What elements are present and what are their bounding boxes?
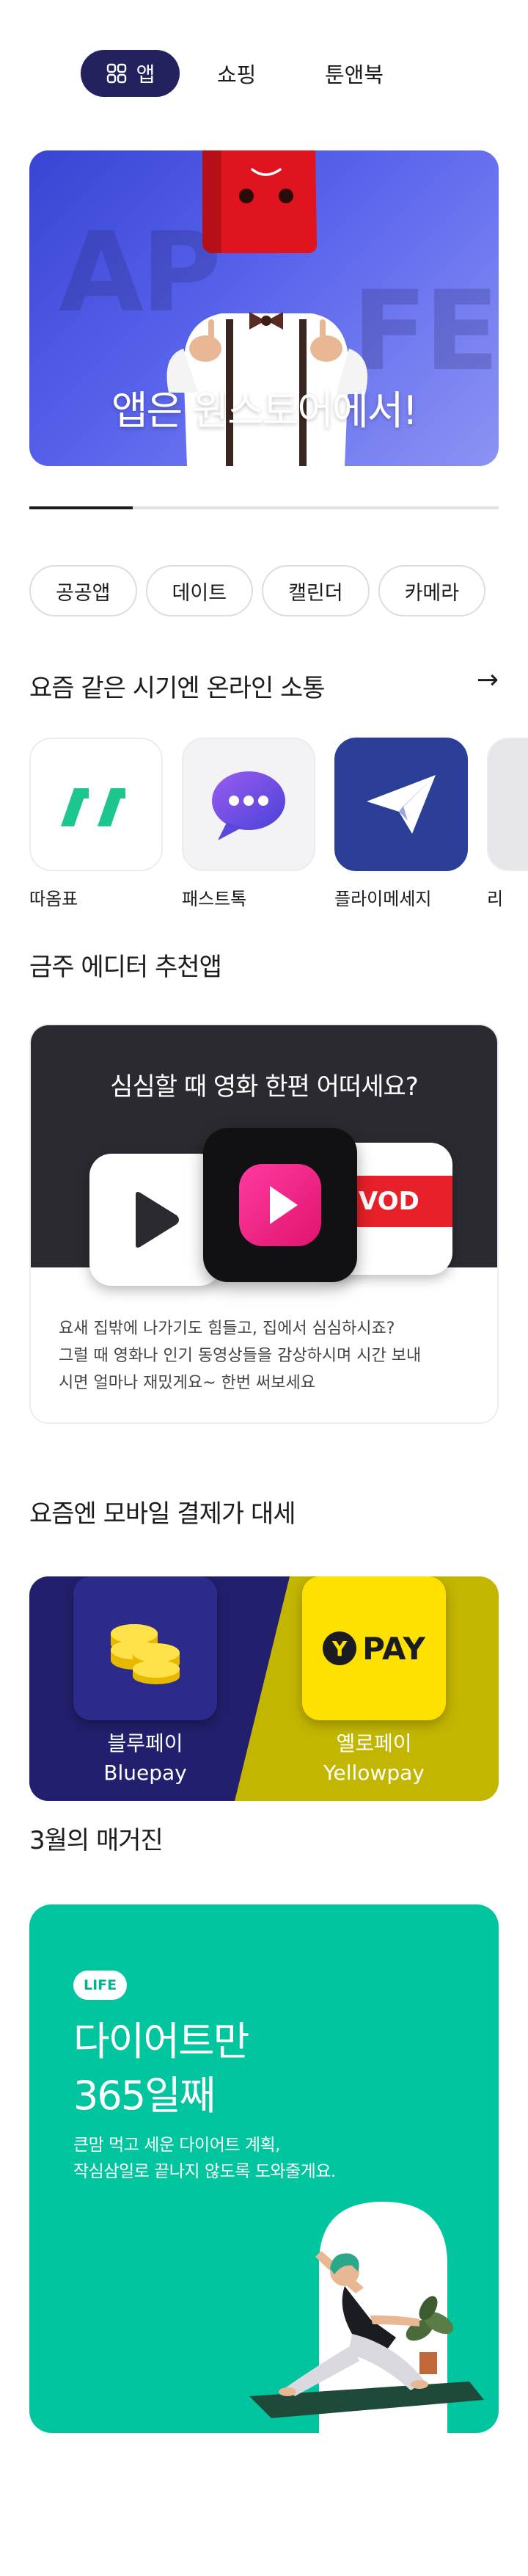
quote-icon — [29, 738, 163, 871]
hero-progress-fill — [29, 506, 133, 509]
editor-desc-line: 그럴 때 영화나 인기 동영상들을 감상하시며 시간 보내 — [59, 1347, 422, 1365]
app-label: 따옴표 — [29, 889, 78, 909]
play-icon — [239, 1164, 321, 1246]
chip-public-apps[interactable]: 공공앱 — [29, 565, 137, 616]
grid-icon — [106, 63, 126, 84]
tab-shopping[interactable]: 쇼핑 — [217, 50, 256, 97]
payment-section-title: 요즘엔 모바일 결제가 대세 — [29, 1499, 296, 1529]
app-label: 플라이메세지 — [334, 889, 432, 909]
play-app-icon-pink — [203, 1128, 357, 1282]
category-chip-row: 공공앱 데이트 캘린더 카메라 — [29, 565, 528, 616]
tab-toon-label: 툰앤북 — [325, 62, 384, 87]
bluepay-name-ko: 블루페이 — [107, 1731, 183, 1755]
editor-description: 요새 집밖에 나가기도 힘들고, 집에서 심심하시죠? 그럴 때 영화나 인기 … — [59, 1315, 469, 1397]
yellowpay-name-en: Yellowpay — [323, 1761, 425, 1785]
app-item-flymessage[interactable]: 플라이메세지 — [334, 738, 468, 910]
app-item-fasttalk[interactable]: 패스트톡 — [182, 738, 315, 910]
yellowpay-label: 옐로페이 Yellowpay — [264, 1729, 484, 1788]
tab-app-label: 앱 — [136, 62, 155, 87]
chip-calendar[interactable]: 캘린더 — [262, 565, 370, 616]
magazine-headline: 다이어트만 365일째 — [73, 2015, 249, 2123]
online-app-list: 따옴표 패스트톡 플라이메세지 리 — [29, 738, 528, 914]
arrow-right-icon[interactable]: → — [477, 665, 499, 695]
tab-app[interactable]: 앱 — [81, 50, 180, 97]
chat-bubble-icon — [182, 738, 315, 871]
bluepay-option[interactable]: 블루페이 Bluepay — [29, 1576, 264, 1801]
app-label: 리 — [487, 889, 504, 909]
hero-title: 앱은 원스토어에서! — [111, 388, 418, 434]
magazine-headline-line: 다이어트만 — [73, 2018, 249, 2064]
app-label: 패스트톡 — [182, 889, 247, 909]
online-section-title: 요즘 같은 시기엔 온라인 소통 — [29, 674, 326, 703]
ypay-logo-text: PAY — [362, 1630, 425, 1667]
app-item-ttaompyo[interactable]: 따옴표 — [29, 738, 163, 910]
payment-card: 블루페이 Bluepay Y PAY 옐로페이 Yellowpay — [29, 1576, 499, 1801]
editor-recommend-card[interactable]: 심심할 때 영화 한편 어떠세요? VOD 요새 집밖에 나가기도 힘들고, 집… — [29, 1024, 499, 1424]
app-icon — [487, 738, 528, 871]
editor-section-title: 금주 에디터 추천앱 — [29, 953, 222, 982]
paper-plane-icon — [334, 738, 468, 871]
life-badge: LIFE — [73, 1971, 128, 2000]
yellowpay-option[interactable]: Y PAY 옐로페이 Yellowpay — [264, 1576, 499, 1801]
magazine-headline-line: 365일째 — [73, 2073, 216, 2119]
bluepay-name-en: Bluepay — [103, 1761, 187, 1785]
ypay-logo-icon: Y PAY — [302, 1576, 446, 1720]
app-item-partial[interactable]: 리 — [487, 738, 528, 910]
tab-shopping-label: 쇼핑 — [217, 62, 257, 87]
play-app-icon-white — [89, 1154, 221, 1286]
yellowpay-name-ko: 옐로페이 — [336, 1731, 412, 1755]
chip-camera[interactable]: 카메라 — [378, 565, 486, 616]
bluepay-label: 블루페이 Bluepay — [35, 1729, 255, 1788]
magazine-desc-line: 작심삼일로 끝나지 않도록 도와줄게요. — [73, 2162, 336, 2181]
yoga-illustration — [249, 2202, 484, 2433]
magazine-section-title: 3월의 매거진 — [29, 1826, 164, 1855]
play-icon — [136, 1192, 179, 1248]
editor-headline: 심심할 때 영화 한편 어떠세요? — [110, 1072, 419, 1102]
tab-toon-and-book[interactable]: 툰앤북 — [325, 50, 384, 97]
magazine-description: 큰맘 먹고 세운 다이어트 계획, 작심삼일로 끝나지 않도록 도와줄게요. — [73, 2132, 336, 2185]
coin-stack-icon — [73, 1576, 217, 1720]
vod-label: VOD — [342, 1176, 452, 1227]
chip-date[interactable]: 데이트 — [145, 565, 254, 616]
hero-progress-bar — [29, 506, 499, 509]
top-navigation: 앱 쇼핑 툰앤북 — [0, 44, 528, 103]
hero-banner[interactable]: AP FE 앱은 원스토어에서! — [29, 150, 499, 466]
ypay-logo-y: Y — [323, 1631, 357, 1665]
editor-desc-line: 요새 집밖에 나가기도 힘들고, 집에서 심심하시죠? — [59, 1320, 395, 1338]
magazine-desc-line: 큰맘 먹고 세운 다이어트 계획, — [73, 2136, 280, 2155]
magazine-card[interactable]: LIFE 다이어트만 365일째 큰맘 먹고 세운 다이어트 계획, 작심삼일로… — [29, 1904, 499, 2433]
editor-desc-line: 시면 얼마나 재밌게요~ 한번 써보세요 — [59, 1374, 316, 1392]
red-box-head — [202, 150, 317, 253]
